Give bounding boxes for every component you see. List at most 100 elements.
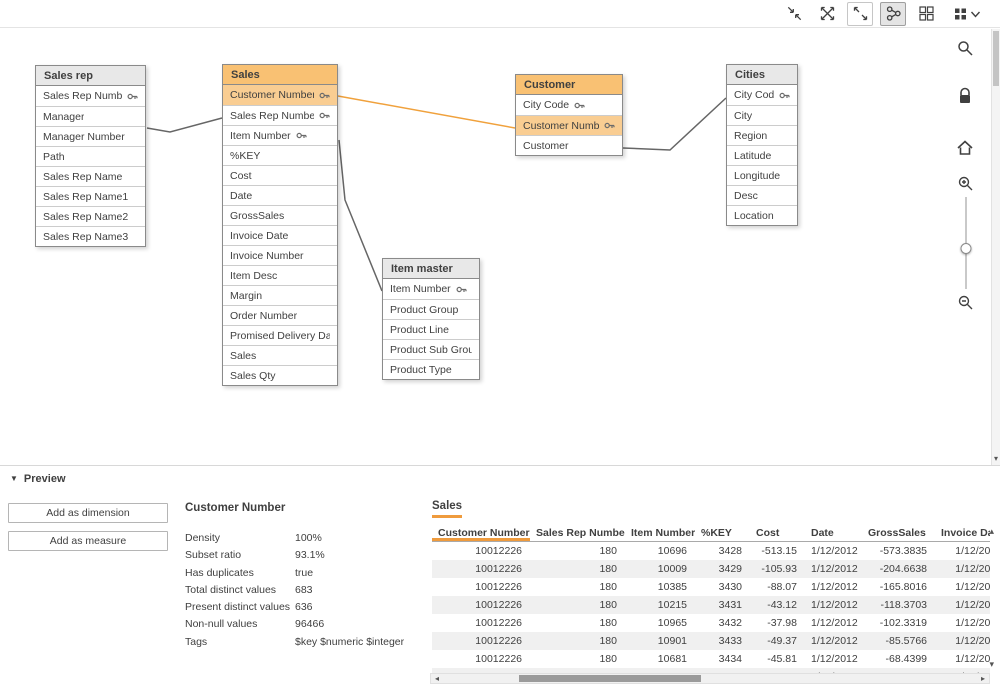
field-customer-number[interactable]: Customer Number (223, 85, 337, 105)
field-path[interactable]: Path (36, 146, 145, 166)
property-value: 93.1% (295, 547, 325, 564)
field-city[interactable]: City (727, 105, 797, 125)
add-as-dimension-button[interactable]: Add as dimension (8, 503, 168, 523)
field-item-desc[interactable]: Item Desc (223, 265, 337, 285)
table-cities[interactable]: CitiesCity CodeCityRegionLatitudeLongitu… (726, 64, 798, 226)
column-header-cost[interactable]: Cost (750, 524, 805, 542)
property-value: 636 (295, 599, 313, 616)
field-order-number[interactable]: Order Number (223, 305, 337, 325)
table-row: 10012226180106813434-45.811/12/2012-68.4… (432, 650, 990, 668)
column-header-invoice-date[interactable]: Invoice Date (935, 524, 990, 542)
field-manager[interactable]: Manager (36, 106, 145, 126)
data-model-canvas[interactable]: Sales repSales Rep NumberManagerManager … (0, 29, 991, 465)
scrollbar-thumb[interactable] (519, 675, 701, 682)
column-header-date[interactable]: Date (805, 524, 862, 542)
field-city-code[interactable]: City Code (727, 85, 797, 105)
internal-table-view-icon[interactable] (880, 2, 906, 26)
field-item-number[interactable]: Item Number (223, 125, 337, 145)
lock-icon[interactable] (956, 87, 974, 105)
table-customer[interactable]: CustomerCity CodeCustomer NumberCustomer (515, 74, 623, 156)
table-header[interactable]: Item master (383, 259, 479, 279)
column-header-customer-number[interactable]: Customer Number (432, 524, 530, 542)
table-header[interactable]: Customer (516, 75, 622, 95)
scroll-down-icon[interactable]: ▾ (992, 454, 1000, 464)
field-key[interactable]: %KEY (223, 145, 337, 165)
cell: 1/12/2012 (805, 614, 862, 632)
field-label: Sales Rep Number (230, 106, 314, 126)
table-scroll-up-icon[interactable]: ▴ (989, 526, 994, 537)
field-label: Manager Number (43, 127, 125, 147)
zoom-out-icon[interactable] (956, 293, 974, 311)
field-region[interactable]: Region (727, 125, 797, 145)
property-row: Non-null values96466 (185, 616, 430, 633)
show-linked-fields-icon[interactable] (814, 2, 840, 26)
field-cost[interactable]: Cost (223, 165, 337, 185)
field-desc[interactable]: Desc (727, 185, 797, 205)
add-as-measure-button[interactable]: Add as measure (8, 531, 168, 551)
expand-all-icon[interactable] (847, 2, 873, 26)
field-sales-rep-number[interactable]: Sales Rep Number (36, 86, 145, 106)
cell: 1/12/2012 (935, 650, 990, 668)
column-header-grosssales[interactable]: GrossSales (862, 524, 935, 542)
collapse-all-icon[interactable] (781, 2, 807, 26)
field-sales[interactable]: Sales (223, 345, 337, 365)
field-item-number[interactable]: Item Number (383, 279, 479, 299)
cell: 1/12/2012 (805, 542, 862, 560)
field-product-group[interactable]: Product Group (383, 299, 479, 319)
field-sales-rep-name[interactable]: Sales Rep Name (36, 166, 145, 186)
table-header[interactable]: Sales (223, 65, 337, 85)
field-sales-rep-name3[interactable]: Sales Rep Name3 (36, 226, 145, 246)
field-latitude[interactable]: Latitude (727, 145, 797, 165)
column-header-key[interactable]: %KEY (695, 524, 750, 542)
column-header-sales-rep-number[interactable]: Sales Rep Number (530, 524, 625, 542)
search-icon[interactable] (956, 39, 974, 57)
zoom-slider[interactable] (962, 197, 969, 289)
table-scroll-down-icon[interactable]: ▾ (989, 659, 994, 670)
field-customer-number[interactable]: Customer Number (516, 115, 622, 135)
scrollbar-thumb[interactable] (993, 31, 999, 86)
field-customer[interactable]: Customer (516, 135, 622, 155)
field-invoice-date[interactable]: Invoice Date (223, 225, 337, 245)
table-sales[interactable]: SalesCustomer NumberSales Rep NumberItem… (222, 64, 338, 386)
field-location[interactable]: Location (727, 205, 797, 225)
property-label: Has duplicates (185, 565, 295, 582)
field-sales-rep-name1[interactable]: Sales Rep Name1 (36, 186, 145, 206)
field-sales-qty[interactable]: Sales Qty (223, 365, 337, 385)
scroll-right-icon[interactable]: ▸ (977, 674, 989, 683)
table-header[interactable]: Sales rep (36, 66, 145, 86)
field-grosssales[interactable]: GrossSales (223, 205, 337, 225)
cell: 180 (530, 578, 625, 596)
field-longitude[interactable]: Longitude (727, 165, 797, 185)
scroll-left-icon[interactable]: ◂ (431, 674, 443, 683)
field-product-type[interactable]: Product Type (383, 359, 479, 379)
field-date[interactable]: Date (223, 185, 337, 205)
cell: 3429 (695, 560, 750, 578)
field-invoice-number[interactable]: Invoice Number (223, 245, 337, 265)
table-sales-rep[interactable]: Sales repSales Rep NumberManagerManager … (35, 65, 146, 247)
preview-toggle[interactable]: ▼Preview (0, 466, 1000, 492)
field-product-line[interactable]: Product Line (383, 319, 479, 339)
zoom-in-icon[interactable] (956, 174, 974, 192)
table-header[interactable]: Cities (727, 65, 797, 85)
property-row: Has duplicatestrue (185, 565, 430, 582)
source-table-view-icon[interactable] (913, 2, 939, 26)
field-label: Item Number (390, 279, 451, 299)
column-header-item-number[interactable]: Item Number (625, 524, 695, 542)
field-city-code[interactable]: City Code (516, 95, 622, 115)
field-manager-number[interactable]: Manager Number (36, 126, 145, 146)
zoom-slider-thumb[interactable] (960, 243, 971, 254)
connection-sales-customer (338, 96, 515, 128)
preview-table-tab[interactable]: Sales (432, 500, 462, 518)
canvas-vertical-scrollbar[interactable]: ▾ (991, 29, 1000, 465)
cell: 10009 (625, 560, 695, 578)
home-icon[interactable] (956, 139, 974, 157)
table-item-master[interactable]: Item masterItem NumberProduct GroupProdu… (382, 258, 480, 380)
apps-menu-button[interactable] (946, 2, 988, 26)
field-product-sub-group[interactable]: Product Sub Group (383, 339, 479, 359)
field-promised-delivery-date[interactable]: Promised Delivery Date (223, 325, 337, 345)
field-margin[interactable]: Margin (223, 285, 337, 305)
field-sales-rep-name2[interactable]: Sales Rep Name2 (36, 206, 145, 226)
field-sales-rep-number[interactable]: Sales Rep Number (223, 105, 337, 125)
horizontal-scrollbar[interactable]: ◂ ▸ (430, 673, 990, 684)
field-label: Location (734, 206, 774, 226)
